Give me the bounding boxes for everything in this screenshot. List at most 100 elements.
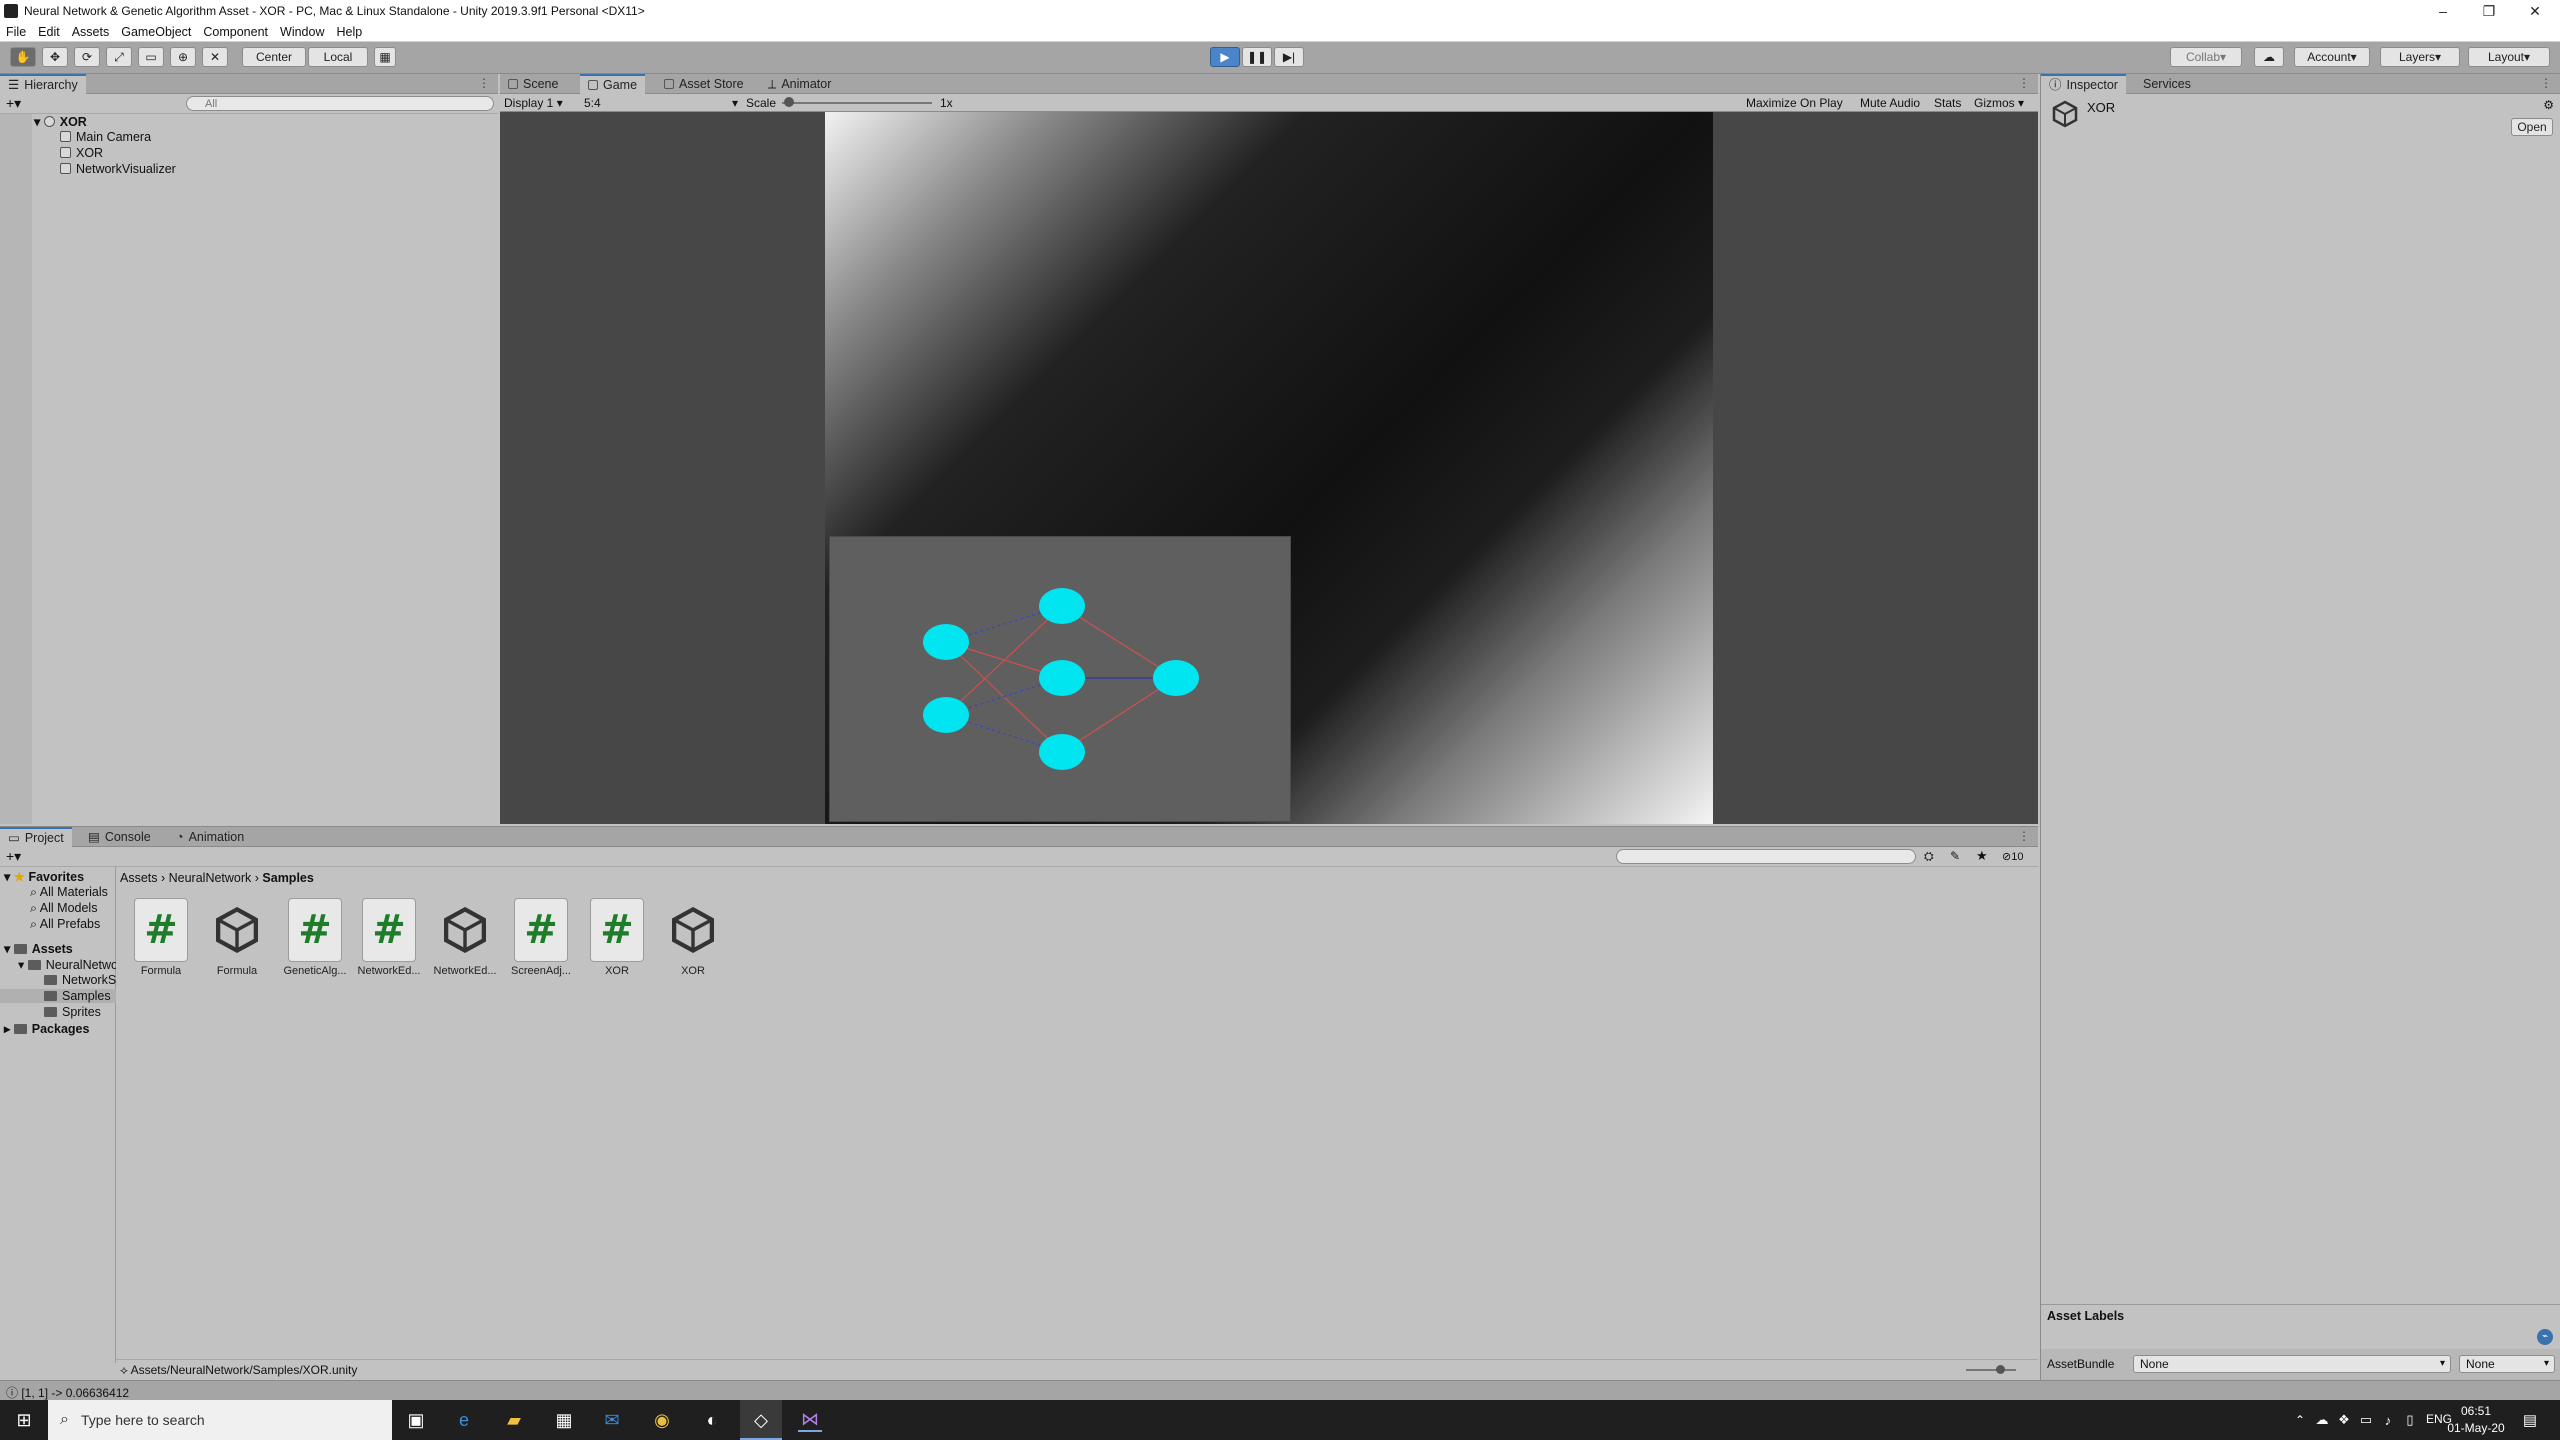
discord-icon[interactable]: ◐: [700, 1408, 724, 1432]
filter-type-icon[interactable]: ⛭: [1924, 849, 1934, 864]
panel-menu-icon[interactable]: ⋮: [478, 76, 490, 90]
hierarchy-search-input[interactable]: [186, 96, 494, 111]
battery-icon[interactable]: ▯: [2398, 1408, 2422, 1432]
hand-tool-icon[interactable]: ✋: [10, 47, 36, 67]
folder-networks[interactable]: NetworkS: [44, 973, 116, 987]
scene-root-row[interactable]: ▾ XOR: [34, 114, 87, 129]
gizmos-dropdown[interactable]: Gizmos ▾: [1974, 96, 2024, 110]
create-add-icon[interactable]: +▾: [6, 848, 21, 865]
tab-hierarchy[interactable]: ☰ Hierarchy: [0, 74, 86, 94]
clock[interactable]: 06:51 01-May-20: [2446, 1403, 2506, 1437]
collab-button[interactable]: Collab ▾: [2170, 47, 2242, 67]
breadcrumb-neuralnetwork[interactable]: NeuralNetwork: [169, 871, 252, 885]
step-button[interactable]: ▶|: [1274, 47, 1304, 67]
project-search-input[interactable]: [1616, 849, 1916, 864]
tab-services[interactable]: Services: [2135, 74, 2199, 94]
console-last-log[interactable]: ⓘ [1, 1] -> 0.06636412: [6, 1384, 129, 1401]
menu-assets[interactable]: Assets: [66, 25, 116, 39]
network-icon[interactable]: ▭: [2354, 1408, 2378, 1432]
scale-slider-track[interactable]: [782, 102, 932, 104]
layers-dropdown[interactable]: Layers ▾: [2380, 47, 2460, 67]
asset-tile-geneticalg-script[interactable]: # GeneticAlg...: [280, 898, 350, 977]
transform-tool-icon[interactable]: ⊕: [170, 47, 196, 67]
assets-folder[interactable]: ▾ Assets: [4, 941, 73, 956]
cloud-icon[interactable]: ☁: [2254, 47, 2284, 67]
rect-tool-icon[interactable]: ▭: [138, 47, 164, 67]
asset-tile-xor-script[interactable]: # XOR: [582, 898, 652, 977]
rotate-tool-icon[interactable]: ⟳: [74, 47, 100, 67]
filter-label-icon[interactable]: ✎: [1950, 849, 1960, 863]
panel-menu-icon[interactable]: ⋮: [2018, 76, 2030, 90]
minimize-icon[interactable]: –: [2420, 0, 2466, 22]
folder-neuralnetwork[interactable]: ▾ NeuralNetwork: [18, 957, 116, 972]
open-button[interactable]: Open: [2511, 118, 2553, 136]
stats-toggle[interactable]: Stats: [1934, 96, 1961, 110]
asset-bundle-variant-dropdown[interactable]: None: [2459, 1355, 2555, 1373]
status-bar[interactable]: ⓘ [1, 1] -> 0.06636412: [0, 1380, 2560, 1400]
display-dropdown[interactable]: Display 1 ▾: [504, 96, 563, 110]
hierarchy-item-networkvisualizer[interactable]: NetworkVisualizer: [60, 162, 176, 176]
store-icon[interactable]: ▦: [552, 1408, 576, 1432]
hidden-packages-count[interactable]: ⊘10: [2002, 850, 2023, 863]
onedrive-icon[interactable]: ☁: [2310, 1408, 2334, 1432]
volume-icon[interactable]: ♪: [2376, 1408, 2400, 1432]
tray-chevron-icon[interactable]: ⌃: [2288, 1408, 2312, 1432]
favorite-star-icon[interactable]: ★: [1976, 848, 1988, 864]
asset-tile-formula-scene[interactable]: Formula: [202, 898, 272, 977]
hierarchy-item-xor[interactable]: XOR: [60, 146, 103, 160]
folder-sprites[interactable]: Sprites: [44, 1005, 101, 1019]
panel-menu-icon[interactable]: ⋮: [2018, 829, 2030, 843]
tab-inspector[interactable]: ⓘ Inspector: [2041, 74, 2126, 94]
play-button[interactable]: ▶: [1210, 47, 1240, 67]
scale-slider-handle[interactable]: [784, 97, 794, 107]
mute-audio-toggle[interactable]: Mute Audio: [1860, 96, 1920, 110]
menu-file[interactable]: File: [0, 25, 32, 39]
zoom-slider-handle[interactable]: [1996, 1365, 2005, 1374]
menu-edit[interactable]: Edit: [32, 25, 66, 39]
settings-gear-icon[interactable]: ⚙: [2543, 98, 2554, 112]
create-add-icon[interactable]: +▾: [6, 95, 21, 112]
snap-icon[interactable]: ▦: [374, 47, 396, 67]
taskbar-search-box[interactable]: ⌕ Type here to search: [48, 1400, 392, 1440]
menu-help[interactable]: Help: [330, 25, 368, 39]
tab-animation[interactable]: ◔ Animation: [168, 827, 252, 847]
menu-window[interactable]: Window: [274, 25, 330, 39]
maximize-on-play-toggle[interactable]: Maximize On Play: [1746, 96, 1843, 110]
pause-button[interactable]: ❚❚: [1242, 47, 1272, 67]
visual-studio-icon[interactable]: ⋈: [798, 1408, 822, 1432]
space-local-button[interactable]: Local: [308, 47, 368, 67]
folder-samples[interactable]: Samples: [0, 989, 116, 1003]
pivot-center-button[interactable]: Center: [242, 47, 306, 67]
custom-tool-icon[interactable]: ✕: [202, 47, 228, 67]
tab-game[interactable]: Game: [580, 74, 646, 94]
zoom-slider-track[interactable]: [1966, 1369, 2016, 1371]
account-dropdown[interactable]: Account ▾: [2294, 47, 2370, 67]
asset-tile-xor-scene[interactable]: XOR: [658, 898, 728, 977]
file-explorer-icon[interactable]: ▰: [502, 1408, 526, 1432]
restore-icon[interactable]: ❐: [2466, 0, 2512, 22]
panel-menu-icon[interactable]: ⋮: [2540, 76, 2552, 90]
scale-tool-icon[interactable]: ⤢: [106, 47, 132, 67]
favorites-header[interactable]: ▾ ★ Favorites: [4, 869, 84, 884]
move-tool-icon[interactable]: ✥: [42, 47, 68, 67]
windows-start-icon[interactable]: ⊞: [12, 1408, 36, 1432]
notifications-icon[interactable]: ▤: [2518, 1408, 2542, 1432]
layout-dropdown[interactable]: Layout ▾: [2468, 47, 2550, 67]
unity-taskbar-icon[interactable]: ◇: [749, 1408, 773, 1432]
favorite-all-materials[interactable]: ⌕ All Materials: [30, 885, 116, 900]
mail-icon[interactable]: ✉: [600, 1408, 624, 1432]
menu-gameobject[interactable]: GameObject: [115, 25, 197, 39]
aspect-dropdown[interactable]: 5:4 ▾: [584, 96, 738, 110]
menu-component[interactable]: Component: [197, 25, 274, 39]
favorite-all-models[interactable]: ⌕ All Models: [30, 901, 97, 916]
asset-bundle-dropdown[interactable]: None: [2133, 1355, 2451, 1373]
dropbox-icon[interactable]: ❖: [2332, 1408, 2356, 1432]
edge-browser-icon[interactable]: e: [452, 1408, 476, 1432]
label-tag-icon[interactable]: ⌁: [2537, 1329, 2553, 1345]
tab-animator[interactable]: ⟂ Animator: [760, 74, 839, 94]
tab-console[interactable]: ▤ Console: [80, 827, 159, 847]
task-view-icon[interactable]: ▣: [404, 1408, 428, 1432]
chrome-icon[interactable]: ◉: [650, 1408, 674, 1432]
breadcrumb-samples[interactable]: Samples: [262, 871, 313, 885]
tab-asset-store[interactable]: Asset Store: [656, 74, 752, 94]
